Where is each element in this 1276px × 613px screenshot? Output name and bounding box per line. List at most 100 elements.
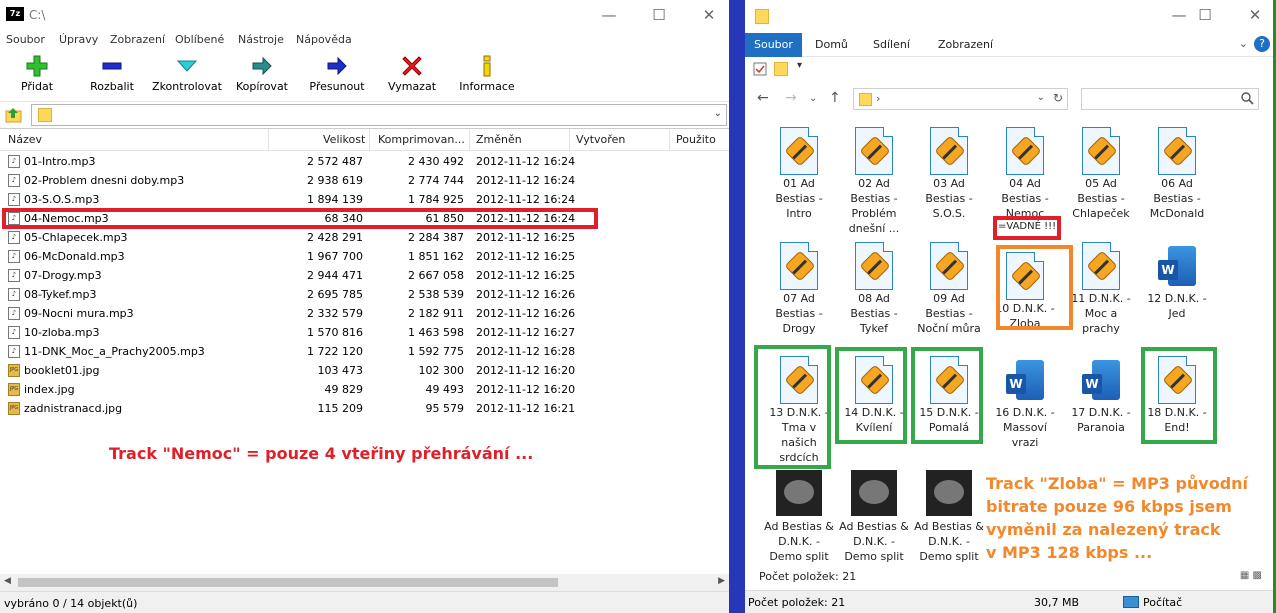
table-row[interactable]: ♪ 01-Intro.mp3 2 572 487 2 430 492 2012-11-1… xyxy=(0,152,729,171)
list-item[interactable]: W 12 D.N.K. - Jed xyxy=(1141,242,1213,321)
list-item[interactable]: 01 Ad Bestias - Intro xyxy=(763,127,835,221)
view-toggle-icons[interactable]: ▦ ▩ xyxy=(1240,570,1262,581)
up-arrow-icon[interactable]: ↑ xyxy=(829,90,841,106)
mp3-file-icon: ♪ xyxy=(8,155,20,168)
extract-button[interactable]: Rozbalit xyxy=(86,55,138,99)
delete-button[interactable]: Vymazat xyxy=(386,55,438,99)
menu-zobrazeni[interactable]: Zobrazení xyxy=(110,33,165,46)
zip-titlebar: 7z C:\ — ☐ ✕ xyxy=(0,0,729,31)
list-item[interactable]: 03 Ad Bestias - S.O.S. xyxy=(913,127,985,221)
list-item[interactable]: Ad Bestias & D.N.K. - Demo split xyxy=(763,470,835,564)
chevron-down-icon[interactable]: ⌄ xyxy=(714,108,722,119)
file-list: Název Velikost Komprimovan... Změněn Vyt… xyxy=(0,128,729,574)
table-row[interactable]: JPG index.jpg 49 829 49 493 2012-11-12 16:20 xyxy=(0,380,729,399)
explorer-address-bar[interactable]: › ⌄ ↻ xyxy=(853,88,1068,110)
folder-icon xyxy=(859,93,872,106)
image-thumbnail-icon xyxy=(851,470,897,516)
tab-domu[interactable]: Domů xyxy=(806,33,857,57)
quick-access-toolbar: ▾ xyxy=(745,57,1276,83)
word-document-icon: W xyxy=(1006,360,1044,400)
move-arrow-icon xyxy=(327,56,347,76)
table-row[interactable]: ♪ 03-S.O.S.mp3 1 894 139 1 784 925 2012-11-1… xyxy=(0,190,729,209)
menu-upravy[interactable]: Úpravy xyxy=(59,33,98,46)
recent-chevron-icon[interactable]: ⌄ xyxy=(809,93,817,104)
col-created[interactable]: Vytvořen xyxy=(576,133,625,146)
search-icon xyxy=(1241,92,1254,105)
list-item[interactable]: Ad Bestias & D.N.K. - Demo split xyxy=(913,470,985,564)
tab-sdileni[interactable]: Sdílení xyxy=(864,33,919,57)
add-button[interactable]: Přidat xyxy=(14,55,60,99)
list-item[interactable]: 11 D.N.K. - Moc a prachy xyxy=(1065,242,1137,336)
image-thumbnail-icon xyxy=(926,470,972,516)
col-packed[interactable]: Komprimovan... xyxy=(378,133,465,146)
green-highlight-box xyxy=(835,347,907,444)
list-item[interactable]: 09 Ad Bestias - Noční můra xyxy=(913,242,985,336)
col-name[interactable]: Název xyxy=(8,133,42,146)
up-folder-icon[interactable] xyxy=(5,106,22,123)
word-document-icon: W xyxy=(1082,360,1120,400)
chevron-down-icon[interactable]: ⌄ xyxy=(1037,92,1045,103)
table-row[interactable]: ♪ 02-Problem dnesni doby.mp3 2 938 619 2 77… xyxy=(0,171,729,190)
maximize-button[interactable]: ☐ xyxy=(1185,4,1225,26)
table-row[interactable]: ♪ 06-McDonald.mp3 1 967 700 1 851 162 2012-1… xyxy=(0,247,729,266)
menu-soubor[interactable]: Soubor xyxy=(6,33,45,46)
media-file-icon xyxy=(855,242,893,290)
chevron-down-icon[interactable]: ⌄ xyxy=(1239,37,1248,50)
table-row[interactable]: ♪ 08-Tykef.mp3 2 695 785 2 538 539 2012-11-1… xyxy=(0,285,729,304)
scroll-left-icon[interactable]: ◀ xyxy=(4,576,11,586)
menu-napoveda[interactable]: Nápověda xyxy=(296,33,352,46)
list-item[interactable]: 06 Ad Bestias - McDonald xyxy=(1141,127,1213,221)
table-row[interactable]: ♪ 07-Drogy.mp3 2 944 471 2 667 058 2012-11-1… xyxy=(0,266,729,285)
tab-soubor[interactable]: Soubor xyxy=(745,33,802,57)
copy-button[interactable]: Kopírovat xyxy=(234,55,290,99)
menu-nastroje[interactable]: Nástroje xyxy=(238,33,284,46)
mp3-file-icon: ♪ xyxy=(8,326,20,339)
col-size[interactable]: Velikost xyxy=(323,133,365,146)
horizontal-scrollbar[interactable]: ◀ ▶ xyxy=(0,574,729,591)
move-label: Přesunout xyxy=(309,80,365,93)
search-input[interactable] xyxy=(1081,88,1259,110)
maximize-button[interactable]: ☐ xyxy=(639,4,679,26)
table-row[interactable]: ♪ 05-Chlapecek.mp3 2 428 291 2 284 387 2012-… xyxy=(0,228,729,247)
back-arrow-icon[interactable]: ← xyxy=(757,90,769,106)
table-row[interactable]: ♪ 10-zloba.mp3 1 570 816 1 463 598 2012-11-1… xyxy=(0,323,729,342)
new-folder-icon[interactable] xyxy=(774,62,788,76)
col-used[interactable]: Použito xyxy=(676,133,716,146)
list-item[interactable]: 02 Ad Bestias - Problém dnešní ... xyxy=(838,127,910,236)
highlight-nemoc-box xyxy=(2,208,598,229)
help-icon[interactable]: ? xyxy=(1254,36,1270,52)
list-item[interactable]: W 17 D.N.K. - Paranoia xyxy=(1065,356,1137,435)
table-row[interactable]: ♪ 11-DNK_Moc_a_Prachy2005.mp3 1 722 120 1 5… xyxy=(0,342,729,361)
path-combobox[interactable]: ⌄ xyxy=(31,104,727,126)
list-item[interactable]: 04 Ad Bestias - Nemoc xyxy=(989,127,1061,217)
tab-zobrazeni[interactable]: Zobrazení xyxy=(929,33,1002,57)
close-button[interactable]: ✕ xyxy=(1235,4,1275,26)
status-count: Počet položek: 21 xyxy=(748,596,846,609)
refresh-icon[interactable]: ↻ xyxy=(1053,91,1063,105)
list-item[interactable]: 05 Ad Bestias - Chlapeček xyxy=(1065,127,1137,221)
scroll-right-icon[interactable]: ▶ xyxy=(718,576,725,586)
qat-dropdown-icon[interactable]: ▾ xyxy=(797,60,802,71)
folder-icon xyxy=(755,9,769,24)
col-modified[interactable]: Změněn xyxy=(476,133,522,146)
forward-arrow-icon[interactable]: → xyxy=(785,90,797,106)
table-row[interactable]: ♪ 09-Nocni mura.mp3 2 332 579 2 182 911 2012… xyxy=(0,304,729,323)
list-item[interactable]: Ad Bestias & D.N.K. - Demo split xyxy=(838,470,910,564)
menu-oblibene[interactable]: Oblíbené xyxy=(175,33,224,46)
info-button[interactable]: Informace xyxy=(456,55,518,99)
table-row[interactable]: JPG booklet01.jpg 103 473 102 300 2012-11-12… xyxy=(0,361,729,380)
explorer-titlebar: — ☐ ✕ xyxy=(745,0,1276,33)
minimize-button[interactable]: — xyxy=(589,4,629,26)
list-item[interactable]: 07 Ad Bestias - Drogy xyxy=(763,242,835,336)
media-file-icon xyxy=(930,242,968,290)
scroll-thumb[interactable] xyxy=(18,578,558,587)
table-row[interactable]: JPG zadnistranacd.jpg 115 209 95 579 2012-11… xyxy=(0,399,729,418)
test-button[interactable]: Zkontrolovat xyxy=(150,55,224,99)
move-button[interactable]: Přesunout xyxy=(306,55,368,99)
close-button[interactable]: ✕ xyxy=(689,4,729,26)
green-highlight-box xyxy=(911,347,983,444)
properties-icon[interactable] xyxy=(753,62,767,76)
info-label: Informace xyxy=(459,80,515,93)
list-item[interactable]: 08 Ad Bestias - Tykef xyxy=(838,242,910,336)
list-item[interactable]: W 16 D.N.K. - Massoví vrazi xyxy=(989,356,1061,450)
